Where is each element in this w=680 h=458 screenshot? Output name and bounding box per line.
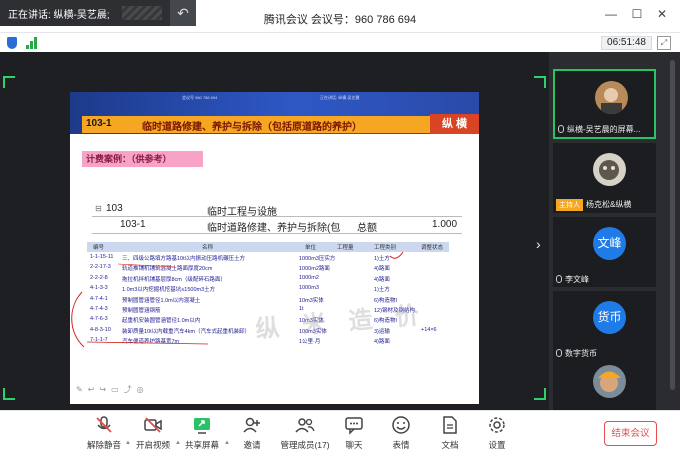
share-screen-label: 共享屏幕 [184, 440, 219, 450]
participant-label: 数字货币 [565, 349, 597, 358]
annotation-stroke [117, 263, 176, 268]
participant-tile[interactable]: 货币 数字货币 [553, 291, 656, 361]
participant-tile[interactable] [553, 360, 656, 410]
documents-label: 文档 [441, 440, 459, 450]
microphone-icon [556, 275, 562, 283]
manage-members-label: 管理成员(17) [280, 440, 330, 450]
members-icon [295, 418, 315, 433]
chat-label: 聊天 [345, 440, 363, 450]
unmute-label: 解除静音 [86, 440, 121, 450]
microphone-icon [556, 349, 562, 357]
close-icon[interactable]: ✕ [652, 7, 672, 21]
participant-label: 纵横-吴艺晨的屏幕... [567, 125, 641, 134]
fullscreen-icon[interactable]: ⤢ [657, 36, 671, 50]
annotation-stroke [71, 291, 85, 348]
frame-corner-icon [3, 76, 15, 88]
frame-corner-icon [534, 76, 546, 88]
avatar: 货币 [593, 301, 626, 334]
slide-tool-icons[interactable]: ✎↩↪▭⤴◎ [76, 384, 149, 395]
avatar [593, 153, 626, 186]
reactions-label: 表情 [392, 440, 410, 450]
start-video-label: 开启视频 [135, 440, 170, 450]
share-screen-icon [194, 418, 210, 434]
maximize-icon[interactable]: ☐ [627, 7, 647, 21]
status-bar: 06:51:48 ⤢ [0, 33, 680, 52]
share-screen-button[interactable]: 共享屏幕 [176, 415, 228, 451]
participant-tile[interactable]: 文峰 李文峰 [553, 217, 656, 287]
scrollbar[interactable] [665, 52, 680, 410]
participant-label: 李文峰 [565, 275, 589, 284]
emoji-icon [392, 416, 410, 434]
minimize-icon[interactable]: — [601, 7, 621, 21]
settings-label: 设置 [488, 440, 506, 450]
start-video-button[interactable]: 开启视频 [127, 415, 179, 451]
participant-name: 纵横-吴艺晨的屏幕... [558, 124, 654, 135]
annotation-stroke [86, 341, 209, 345]
scrollbar-thumb[interactable] [670, 60, 675, 390]
reactions-button[interactable]: 表情 [375, 415, 427, 451]
avatar [593, 365, 626, 398]
microphone-muted-icon [96, 416, 112, 433]
participant-tile[interactable]: 主持人 杨克松&纵横 [553, 143, 656, 213]
frame-corner-icon [3, 388, 15, 400]
gear-icon [489, 417, 505, 433]
avatar [595, 81, 628, 114]
participant-name: 数字货币 [556, 348, 652, 359]
signal-icon[interactable] [26, 37, 38, 49]
participant-tile[interactable]: 纵横-吴艺晨的屏幕... [553, 69, 656, 139]
end-meeting-button[interactable]: 结束会议 [604, 421, 657, 446]
add-user-icon [243, 417, 260, 433]
title-bar: 正在讲话: 纵横-吴艺晨; ↶ 腾讯会议 会议号：960 786 694 — ☐… [0, 0, 680, 33]
host-badge: 主持人 [556, 199, 583, 211]
meeting-timer: 06:51:48 [601, 36, 652, 50]
annotation-stroke [389, 251, 404, 259]
shield-icon[interactable] [7, 37, 17, 49]
frame-corner-icon [534, 388, 546, 400]
pen-annotations [70, 251, 404, 348]
camera-off-icon [144, 417, 162, 433]
unmute-button[interactable]: 解除静音 [78, 415, 130, 451]
manage-members-button[interactable]: 管理成员(17) [277, 415, 333, 451]
invite-label: 邀请 [243, 440, 261, 450]
presentation-slide: 会议号 960 786 694 正在讲话: 纵横-吴艺晨 103-1 临时道路修… [70, 92, 479, 404]
chevron-right-icon[interactable]: › [536, 236, 541, 252]
chat-button[interactable]: 聊天 [328, 415, 380, 451]
screen-share-icon [558, 125, 564, 133]
participant-label: 杨克松&纵横 [586, 200, 632, 209]
document-icon [443, 416, 457, 434]
chat-icon [345, 417, 363, 435]
documents-button[interactable]: 文档 [424, 415, 476, 451]
participant-name: 李文峰 [556, 274, 652, 285]
avatar: 文峰 [593, 227, 626, 260]
settings-button[interactable]: 设置 [471, 415, 523, 451]
participant-name: 主持人 杨克松&纵横 [556, 199, 652, 211]
invite-button[interactable]: 邀请 [226, 415, 278, 451]
meeting-title: 腾讯会议 会议号：960 786 694 [263, 14, 417, 26]
